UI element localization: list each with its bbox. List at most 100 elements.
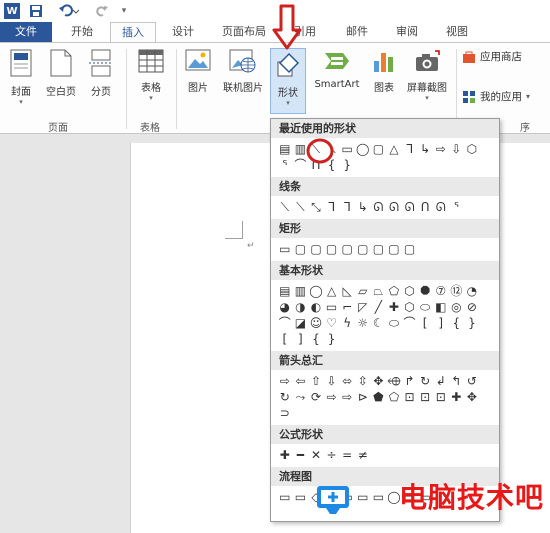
shape-item[interactable]: ▢: [355, 241, 371, 257]
shape-item[interactable]: ⑦: [433, 283, 449, 299]
shape-item[interactable]: ▤: [277, 283, 293, 299]
shape-item[interactable]: ◯: [355, 141, 371, 157]
shape-item[interactable]: ⊡: [402, 389, 418, 405]
shape-item[interactable]: ⬟: [371, 389, 387, 405]
shape-item[interactable]: ▢: [308, 241, 324, 257]
shape-item[interactable]: ▭: [324, 299, 340, 315]
shape-item[interactable]: ⇩: [449, 141, 465, 157]
shape-item[interactable]: ↰: [449, 373, 465, 389]
shape-item[interactable]: ↻: [417, 373, 433, 389]
shape-item[interactable]: }: [339, 157, 355, 173]
shape-item[interactable]: ☼: [355, 315, 371, 331]
shape-item[interactable]: ✚: [277, 447, 293, 463]
shape-item[interactable]: ◸: [355, 299, 371, 315]
shape-item[interactable]: ▭: [293, 489, 309, 505]
shape-item[interactable]: ▢: [293, 241, 309, 257]
shape-item[interactable]: }: [324, 331, 340, 347]
shape-item[interactable]: ◑: [293, 299, 309, 315]
shape-item[interactable]: ▭: [277, 489, 293, 505]
shape-item[interactable]: ]: [293, 331, 309, 347]
shape-item[interactable]: ⇩: [324, 373, 340, 389]
shape-item[interactable]: ⇨: [339, 389, 355, 405]
shape-item[interactable]: ◺: [339, 283, 355, 299]
shape-item[interactable]: ⤡: [308, 199, 324, 215]
store-button[interactable]: 应用商店: [462, 49, 522, 64]
shape-item[interactable]: ᒣ: [324, 199, 340, 215]
shape-item[interactable]: ↲: [433, 373, 449, 389]
chevron-down-icon[interactable]: ▾: [116, 3, 132, 19]
shape-item[interactable]: }: [464, 315, 480, 331]
shape-item[interactable]: ᕐ: [449, 199, 465, 215]
tab-review[interactable]: 审阅: [388, 22, 426, 42]
shape-item[interactable]: ━: [293, 447, 309, 463]
shape-item[interactable]: ✕: [308, 447, 324, 463]
table-button[interactable]: 表格 ▾: [134, 49, 168, 102]
shape-item[interactable]: ◔: [464, 283, 480, 299]
shape-item[interactable]: ▥: [293, 283, 309, 299]
shape-item[interactable]: ÷: [324, 447, 340, 463]
shape-item[interactable]: ⬠: [386, 389, 402, 405]
shape-item[interactable]: ↻: [277, 389, 293, 405]
shape-item[interactable]: ↱: [402, 373, 418, 389]
tab-home[interactable]: 开始: [60, 22, 104, 42]
shape-item[interactable]: ▭: [371, 489, 387, 505]
shape-item[interactable]: ▤: [277, 141, 293, 157]
shape-item[interactable]: ▭: [277, 241, 293, 257]
shape-item[interactable]: ᘏ: [371, 199, 387, 215]
shapes-button[interactable]: 形状 ▾: [270, 48, 306, 114]
shape-item[interactable]: ⇨: [277, 373, 293, 389]
undo-icon[interactable]: [56, 3, 82, 19]
shape-item[interactable]: ⊳: [355, 389, 371, 405]
shape-item[interactable]: ᒣ: [339, 199, 355, 215]
shape-item[interactable]: ▢: [371, 141, 387, 157]
tab-file[interactable]: 文件: [0, 22, 52, 42]
smartart-button[interactable]: SmartArt: [310, 49, 364, 90]
shape-item[interactable]: ◯: [308, 283, 324, 299]
shape-item[interactable]: △: [324, 283, 340, 299]
chart-button[interactable]: 图表: [368, 49, 400, 94]
online-pictures-button[interactable]: 联机图片: [218, 49, 268, 94]
shape-item[interactable]: ⌒: [277, 315, 293, 331]
shape-item[interactable]: ◪: [293, 315, 309, 331]
tab-insert[interactable]: 插入: [110, 22, 156, 43]
shape-item[interactable]: ⤳: [293, 389, 309, 405]
tab-mailings[interactable]: 邮件: [338, 22, 376, 42]
shape-item[interactable]: ⬡: [402, 283, 418, 299]
shape-item[interactable]: ↳: [355, 199, 371, 215]
shape-item[interactable]: ᘏ: [402, 199, 418, 215]
shape-item[interactable]: ᒣ: [402, 141, 418, 157]
shape-item[interactable]: ᘏ: [386, 199, 402, 215]
tab-view[interactable]: 视图: [438, 22, 476, 42]
shape-item[interactable]: ✚: [449, 389, 465, 405]
shape-item[interactable]: ▢: [402, 241, 418, 257]
shape-item[interactable]: ▱: [355, 283, 371, 299]
shape-item[interactable]: ◕: [277, 299, 293, 315]
tab-design[interactable]: 设计: [164, 22, 202, 42]
shape-item[interactable]: ▢: [386, 241, 402, 257]
tab-layout[interactable]: 页面布局: [216, 22, 272, 42]
shape-item[interactable]: ▢: [324, 241, 340, 257]
shape-item[interactable]: ⇦: [293, 373, 309, 389]
shape-item[interactable]: ↳: [417, 141, 433, 157]
shape-item[interactable]: =: [339, 447, 355, 463]
screenshot-button[interactable]: 屏幕截图 ▾: [402, 49, 452, 102]
shape-item[interactable]: ⊘: [464, 299, 480, 315]
shape-item[interactable]: ◎: [449, 299, 465, 315]
page-break-button[interactable]: 分页: [84, 49, 118, 98]
shape-item[interactable]: ♡: [324, 315, 340, 331]
shape-item[interactable]: [: [417, 315, 433, 331]
shape-item[interactable]: ☺: [308, 315, 324, 331]
shape-item[interactable]: ⬡: [402, 299, 418, 315]
shape-item[interactable]: {: [308, 331, 324, 347]
shape-item[interactable]: ✥: [371, 373, 387, 389]
shape-item[interactable]: ⯃: [417, 283, 433, 299]
shape-item[interactable]: ▭: [339, 141, 355, 157]
shape-item[interactable]: ⬭: [417, 299, 433, 315]
shape-item[interactable]: ⊃: [277, 405, 293, 421]
shape-item[interactable]: ▭: [355, 489, 371, 505]
shape-item[interactable]: ⇨: [324, 389, 340, 405]
shape-item[interactable]: ◧: [433, 299, 449, 315]
shape-item[interactable]: ]: [433, 315, 449, 331]
redo-icon[interactable]: [94, 3, 110, 19]
shape-item[interactable]: ✚: [386, 299, 402, 315]
